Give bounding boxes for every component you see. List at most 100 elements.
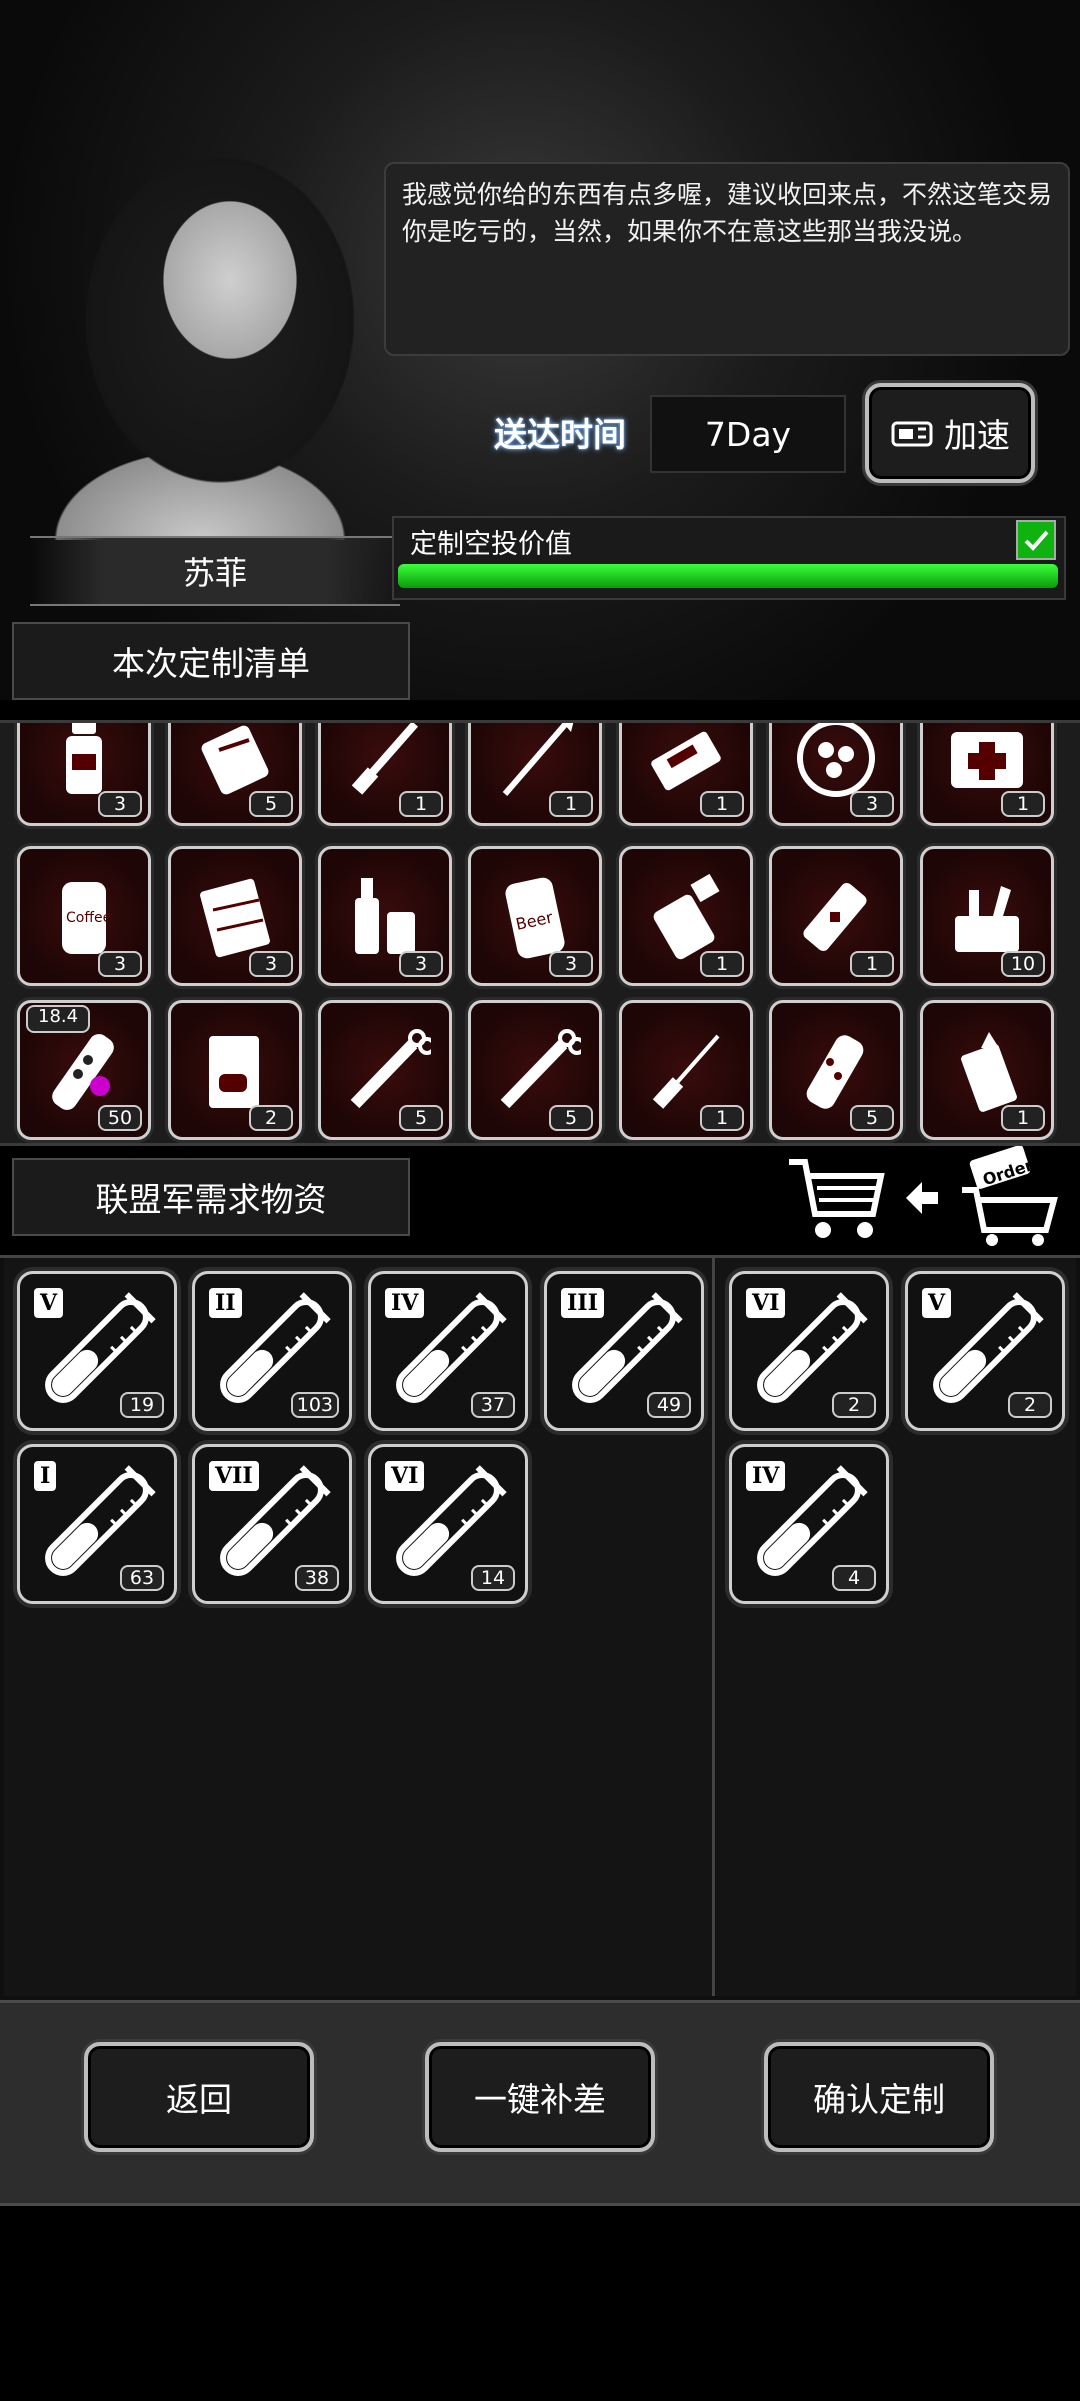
material-slot[interactable]: VI 2 bbox=[729, 1271, 889, 1431]
custom-item-slot[interactable]: 3 bbox=[168, 846, 302, 986]
flashlight-icon bbox=[806, 1035, 864, 1109]
airdrop-value-bar bbox=[398, 564, 1058, 588]
ticket-icon bbox=[891, 421, 933, 447]
medkit-icon bbox=[951, 732, 1023, 788]
custom-item-slot[interactable]: 1 bbox=[769, 846, 903, 986]
item-count: 50 bbox=[98, 1105, 142, 1131]
food-plate-icon bbox=[797, 723, 875, 797]
fill-gap-button[interactable]: 一键补差 bbox=[425, 2042, 655, 2152]
liquor-icon bbox=[355, 878, 415, 954]
custom-item-slot[interactable]: 1 bbox=[318, 723, 452, 826]
material-slot[interactable]: V2 bbox=[905, 1271, 1065, 1431]
custom-item-slot[interactable]: 5 bbox=[318, 1000, 452, 1140]
coffee-can-icon: Coffee bbox=[62, 882, 111, 954]
custom-item-slot[interactable]: 50 18.4 bbox=[17, 1000, 151, 1140]
custom-item-slot[interactable]: 5 bbox=[769, 1000, 903, 1140]
alliance-needs-right-panel[interactable]: VI 2 V 2 IV 4 bbox=[716, 1258, 1076, 1996]
battery-icon bbox=[803, 882, 867, 952]
custom-list-grid[interactable]: 3 5 1 1 1 3 1 Coffee 3 3 3 Beer 3 1 1 10 50 18.4 2 5 5 1 5 1 bbox=[0, 720, 1080, 1146]
bottle-icon bbox=[66, 723, 102, 794]
item-count: 5 bbox=[249, 791, 293, 817]
material-count: 14 bbox=[471, 1565, 515, 1591]
grade-label: III bbox=[561, 1288, 604, 1318]
custom-item-slot[interactable]: 5 bbox=[168, 723, 302, 826]
material-slot[interactable]: I 63 bbox=[17, 1444, 177, 1604]
beer-can-icon: Beer bbox=[505, 877, 565, 959]
custom-item-slot[interactable]: 1 bbox=[920, 723, 1054, 826]
item-count: 1 bbox=[850, 951, 894, 977]
back-button[interactable]: 返回 bbox=[84, 2042, 314, 2152]
custom-item-slot[interactable]: 3 bbox=[318, 846, 452, 986]
delivery-time-label: 送达时间 bbox=[494, 415, 626, 454]
material-slot[interactable]: VII 38 bbox=[192, 1444, 352, 1604]
custom-item-slot[interactable]: Coffee 3 bbox=[17, 846, 151, 986]
material-slot[interactable]: VI 14 bbox=[368, 1444, 528, 1604]
alliance-needs-left-panel[interactable]: V 19 II 103 IV 37 III 49 I 63 VII 38 VI 14 bbox=[4, 1258, 715, 1996]
ammo-box-icon bbox=[651, 731, 721, 791]
check-icon bbox=[1016, 520, 1056, 560]
custom-item-slot[interactable]: 3 bbox=[769, 723, 903, 826]
custom-item-slot[interactable]: 1 bbox=[619, 1000, 753, 1140]
custom-item-slot[interactable]: 10 bbox=[920, 846, 1054, 986]
knife-icon bbox=[351, 723, 419, 795]
material-slot[interactable]: IV 37 bbox=[368, 1271, 528, 1431]
toolkit-icon bbox=[955, 886, 1019, 952]
airdrop-value-fill bbox=[398, 564, 1058, 588]
grade-label: VII bbox=[209, 1461, 259, 1491]
item-count: 3 bbox=[98, 791, 142, 817]
grade-label: V bbox=[34, 1288, 64, 1318]
item-count: 1 bbox=[700, 791, 744, 817]
custom-item-slot[interactable]: 1 bbox=[619, 723, 753, 826]
npc-name: 苏菲 bbox=[30, 536, 400, 606]
delivery-time-value: 7Day bbox=[650, 395, 846, 473]
confirm-custom-button[interactable]: 确认定制 bbox=[764, 2042, 994, 2152]
alliance-needs-title: 联盟军需求物资 bbox=[12, 1158, 410, 1236]
custom-item-slot[interactable]: 5 bbox=[468, 1000, 602, 1140]
spear-icon bbox=[502, 723, 574, 796]
item-count: 5 bbox=[399, 1105, 443, 1131]
arrow-left-icon bbox=[902, 1178, 942, 1218]
syringe-icon bbox=[500, 1029, 581, 1109]
item-count: 10 bbox=[1001, 951, 1045, 977]
grade-label: II bbox=[209, 1288, 242, 1318]
speed-up-label: 加速 bbox=[944, 416, 1010, 455]
item-count: 1 bbox=[1001, 1105, 1045, 1131]
material-slot[interactable]: II 103 bbox=[192, 1271, 352, 1431]
item-count: 5 bbox=[549, 1105, 593, 1131]
syringe-icon bbox=[350, 1029, 431, 1109]
item-count: 1 bbox=[700, 1105, 744, 1131]
scroll-icon bbox=[201, 725, 269, 795]
item-count: 3 bbox=[399, 951, 443, 977]
grade-label: IV bbox=[746, 1461, 786, 1491]
custom-item-slot[interactable]: Beer 3 bbox=[468, 846, 602, 986]
grade-label: V bbox=[922, 1288, 952, 1318]
order-cart-icon[interactable]: Order bbox=[958, 1145, 1062, 1246]
lighter-icon bbox=[961, 1032, 1017, 1112]
material-slot[interactable]: III 49 bbox=[544, 1271, 704, 1431]
item-count: 1 bbox=[700, 951, 744, 977]
svg-text:Coffee: Coffee bbox=[66, 910, 111, 926]
item-count: 1 bbox=[399, 791, 443, 817]
book-icon bbox=[209, 1036, 259, 1108]
custom-item-slot[interactable]: 1 bbox=[619, 846, 753, 986]
item-count: 1 bbox=[1001, 791, 1045, 817]
material-slot[interactable]: V 19 bbox=[17, 1271, 177, 1431]
candy-tube-icon bbox=[52, 1034, 114, 1110]
material-slot[interactable]: IV 4 bbox=[729, 1444, 889, 1604]
custom-item-slot[interactable]: 3 bbox=[17, 723, 151, 826]
material-count: 63 bbox=[120, 1565, 164, 1591]
npc-portrait bbox=[0, 120, 400, 540]
material-count: 2 bbox=[1008, 1392, 1052, 1418]
speed-up-button[interactable]: 加速 bbox=[865, 383, 1035, 483]
material-count: 49 bbox=[647, 1392, 691, 1418]
grade-label: IV bbox=[385, 1288, 425, 1318]
item-count: 1 bbox=[549, 791, 593, 817]
custom-item-slot[interactable]: 1 bbox=[920, 1000, 1054, 1140]
custom-item-slot[interactable]: 1 bbox=[468, 723, 602, 826]
material-count: 19 bbox=[120, 1392, 164, 1418]
item-count: 5 bbox=[850, 1105, 894, 1131]
material-count: 2 bbox=[832, 1392, 876, 1418]
shopping-cart-icon[interactable] bbox=[785, 1154, 885, 1244]
custom-item-slot[interactable]: 2 bbox=[168, 1000, 302, 1140]
material-count: 103 bbox=[290, 1392, 339, 1418]
